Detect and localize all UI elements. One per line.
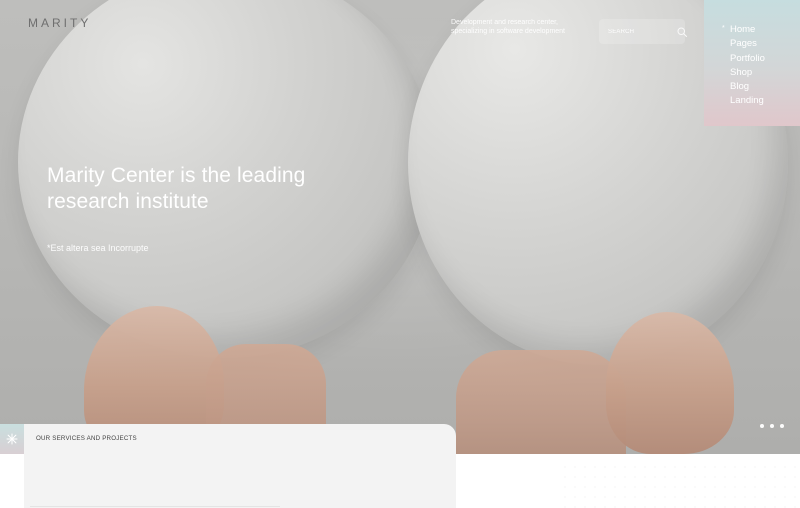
- nav-item-shop[interactable]: Shop: [722, 67, 765, 79]
- hero-right-face: [606, 312, 734, 454]
- decorative-dot-grid: [560, 462, 800, 508]
- nav-item-pages[interactable]: Pages: [722, 38, 765, 50]
- site-logo[interactable]: MARITY: [28, 16, 91, 30]
- nav-item-portfolio[interactable]: Portfolio: [722, 53, 765, 65]
- pagination-dot[interactable]: [770, 424, 774, 428]
- services-label: OUR SERVICES AND PROJECTS: [36, 435, 137, 442]
- pagination-dot[interactable]: [760, 424, 764, 428]
- nav-item-label: Home: [730, 24, 756, 35]
- search-input[interactable]: [608, 22, 670, 41]
- nav-item-label: Pages: [730, 38, 757, 50]
- nav-item-blog[interactable]: Blog: [722, 81, 765, 93]
- search-icon[interactable]: [676, 26, 688, 38]
- nav-item-label: Shop: [730, 66, 753, 78]
- hero-pagination: [760, 424, 784, 428]
- nav-item-home[interactable]: * Home: [722, 24, 765, 36]
- hero-subline: *Est altera sea Incorrupte: [47, 243, 149, 253]
- hero-section: [0, 0, 800, 454]
- main-nav-panel: * Home Pages Portfolio Shop Blog Landing: [704, 0, 800, 126]
- asterisk-icon: [6, 433, 18, 445]
- main-nav: * Home Pages Portfolio Shop Blog Landing: [722, 24, 765, 108]
- services-card: OUR SERVICES AND PROJECTS: [24, 424, 456, 508]
- pagination-dot[interactable]: [780, 424, 784, 428]
- nav-item-label: Landing: [730, 95, 764, 107]
- header-search[interactable]: [599, 19, 688, 44]
- header-tagline: Development and research center, special…: [451, 19, 566, 35]
- nav-item-label: Blog: [730, 81, 750, 93]
- nav-active-marker: *: [722, 25, 725, 32]
- hero-right-neck: [456, 350, 626, 454]
- faint-divider: [30, 506, 280, 507]
- hero-headline: Marity Center is the leading research in…: [47, 164, 306, 213]
- nav-item-label: Portfolio: [730, 52, 765, 64]
- nav-item-landing[interactable]: Landing: [722, 95, 765, 107]
- page-root: MARITY Development and research center, …: [0, 0, 800, 508]
- services-accent: [0, 424, 24, 454]
